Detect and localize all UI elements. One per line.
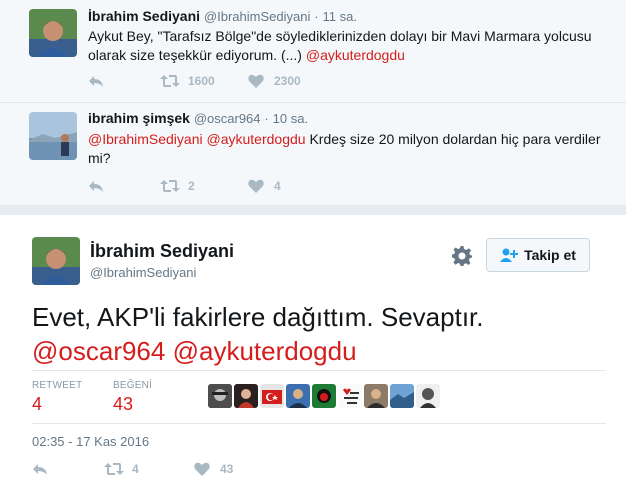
heart-icon <box>194 462 210 476</box>
liker-avatar[interactable] <box>286 384 310 408</box>
tweet-text: @IbrahimSediyani @aykuterdogdu Krdeş siz… <box>88 130 608 168</box>
reply-button[interactable] <box>88 74 160 88</box>
avatar[interactable] <box>32 237 80 285</box>
gear-icon <box>452 246 472 266</box>
liker-avatars <box>208 384 442 408</box>
tweet-header: ibrahim şimşek @oscar964 · 10 sa. <box>88 110 308 126</box>
liker-avatar[interactable] <box>364 384 388 408</box>
like-stat-label: BEĞENİ <box>113 380 152 391</box>
follow-person-icon <box>500 248 519 262</box>
author-username[interactable]: @IbrahimSediyani <box>204 9 310 24</box>
tweet-header: İbrahim Sediyani @IbrahimSediyani · 11 s… <box>88 8 357 24</box>
like-button[interactable]: 43 <box>194 462 233 476</box>
reply-button[interactable] <box>32 462 104 476</box>
tweet-text-plain: Evet, AKP'li fakirlere dağıttım. Sevaptı… <box>32 302 484 332</box>
author-username[interactable]: @oscar964 <box>194 111 261 126</box>
tweet-actions: 4 43 <box>32 460 233 478</box>
author-name[interactable]: ibrahim şimşek <box>88 110 190 126</box>
liker-avatar[interactable] <box>390 384 414 408</box>
retweet-button[interactable]: 4 <box>104 462 194 476</box>
tweet-text: Evet, AKP'li fakirlere dağıttım. Sevaptı… <box>32 300 612 368</box>
tweet-time[interactable]: 11 sa. <box>322 9 356 24</box>
like-button[interactable]: 2300 <box>248 74 301 88</box>
divider <box>32 370 606 371</box>
liker-avatar[interactable] <box>416 384 440 408</box>
divider <box>0 205 626 215</box>
retweet-icon <box>160 180 180 192</box>
liker-avatar[interactable] <box>312 384 336 408</box>
reply-icon <box>89 76 103 87</box>
retweet-count: 1600 <box>188 74 215 88</box>
divider <box>32 423 606 424</box>
like-stat[interactable]: BEĞENİ 43 <box>113 380 152 415</box>
tweet-time[interactable]: 10 sa. <box>273 111 308 126</box>
retweet-button[interactable]: 1600 <box>160 74 248 88</box>
mention-link[interactable]: @oscar964 <box>32 336 165 366</box>
retweet-icon <box>104 463 124 475</box>
follow-button[interactable]: Takip et <box>486 238 590 272</box>
retweet-icon <box>160 75 180 87</box>
like-count: 43 <box>220 462 234 476</box>
tweet-actions: 2 4 <box>88 176 281 196</box>
mention-link[interactable]: @aykuterdogdu <box>306 47 405 63</box>
like-button[interactable]: 4 <box>248 179 281 193</box>
tweet-actions: 1600 2300 <box>88 71 301 91</box>
liker-avatar[interactable] <box>208 384 232 408</box>
avatar[interactable] <box>29 9 77 57</box>
retweet-stat[interactable]: RETWEET 4 <box>32 380 82 415</box>
settings-button[interactable] <box>452 246 472 271</box>
author-username[interactable]: @IbrahimSediyani <box>90 265 196 280</box>
like-stat-value: 43 <box>113 394 134 414</box>
heart-icon <box>248 74 264 88</box>
reply-icon <box>33 464 47 475</box>
follow-label: Takip et <box>524 247 576 263</box>
heart-icon <box>248 179 264 193</box>
separator-dot: · <box>314 9 319 24</box>
tweet-text: Aykut Bey, "Tarafsız Bölge"de söyledikle… <box>88 27 608 65</box>
mention-link[interactable]: @IbrahimSediyani <box>88 131 203 147</box>
liker-avatar[interactable] <box>338 384 362 408</box>
tweet-timestamp[interactable]: 02:35 - 17 Kas 2016 <box>32 434 149 449</box>
separator-dot: · <box>264 111 269 126</box>
like-count: 4 <box>274 179 281 193</box>
liker-avatar[interactable] <box>234 384 258 408</box>
retweet-stat-value: 4 <box>32 394 43 414</box>
mention-link[interactable]: @aykuterdogdu <box>173 336 357 366</box>
reply-icon <box>89 181 103 192</box>
author-name[interactable]: İbrahim Sediyani <box>90 241 234 262</box>
author-name[interactable]: İbrahim Sediyani <box>88 8 200 24</box>
retweet-count: 2 <box>188 179 195 193</box>
reply-button[interactable] <box>88 179 160 193</box>
retweet-stat-label: RETWEET <box>32 380 83 391</box>
mention-link[interactable]: @aykuterdogdu <box>207 131 306 147</box>
retweet-button[interactable]: 2 <box>160 179 248 193</box>
liker-avatar[interactable] <box>260 384 284 408</box>
like-count: 2300 <box>274 74 301 88</box>
retweet-count: 4 <box>132 462 139 476</box>
avatar[interactable] <box>29 112 77 160</box>
